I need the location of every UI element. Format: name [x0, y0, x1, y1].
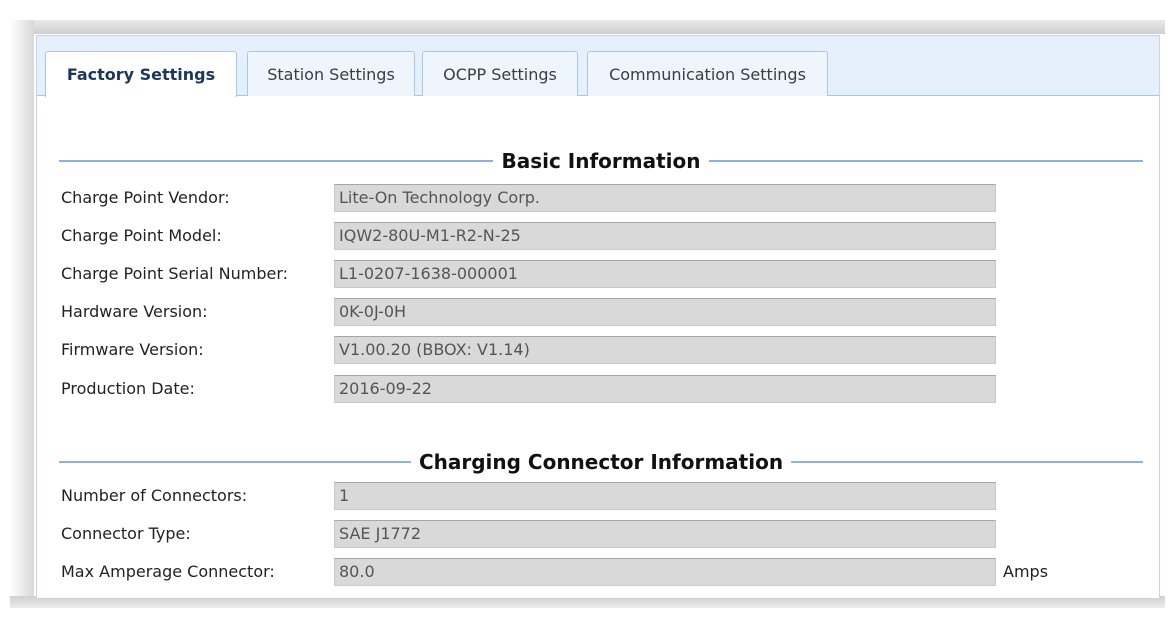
connector-information-header: Charging Connector Information: [59, 447, 1143, 477]
field-label: Connector Type:: [61, 524, 191, 543]
basic-information-header: Basic Information: [59, 146, 1143, 176]
tab-station-settings[interactable]: Station Settings: [247, 51, 415, 96]
serial-number-field[interactable]: L1-0207-1638-000001: [334, 260, 996, 288]
row-serial-number: Charge Point Serial Number: L1-0207-1638…: [61, 260, 1151, 288]
field-label: Number of Connectors:: [61, 486, 248, 505]
row-charge-point-vendor: Charge Point Vendor: Lite-On Technology …: [61, 184, 1151, 212]
row-number-of-connectors: Number of Connectors: 1: [61, 482, 1151, 510]
connector-type-field[interactable]: SAE J1772: [334, 520, 996, 548]
row-max-amperage: Max Amperage Connector: 80.0 Amps: [61, 558, 1151, 586]
amps-unit-label: Amps: [1003, 562, 1049, 581]
row-firmware-version: Firmware Version: V1.00.20 (BBOX: V1.14): [61, 336, 1151, 364]
tab-communication-settings[interactable]: Communication Settings: [587, 51, 828, 96]
window-shadow-left: [10, 20, 34, 605]
field-label: Hardware Version:: [61, 302, 208, 321]
tab-ocpp-settings[interactable]: OCPP Settings: [422, 51, 578, 96]
connector-information-title: Charging Connector Information: [410, 450, 792, 474]
max-amperage-field[interactable]: 80.0: [334, 558, 996, 586]
row-production-date: Production Date: 2016-09-22: [61, 375, 1151, 403]
number-of-connectors-field[interactable]: 1: [334, 482, 996, 510]
field-label: Max Amperage Connector:: [61, 562, 275, 581]
charge-point-vendor-field[interactable]: Lite-On Technology Corp.: [334, 184, 996, 212]
basic-information-title: Basic Information: [493, 149, 709, 173]
field-label: Firmware Version:: [61, 340, 204, 359]
window-shadow-top: [10, 20, 1165, 34]
charge-point-model-field[interactable]: IQW2-80U-M1-R2-N-25: [334, 222, 996, 250]
settings-panel: Factory Settings Station Settings OCPP S…: [36, 35, 1160, 599]
row-connector-type: Connector Type: SAE J1772: [61, 520, 1151, 548]
field-label: Charge Point Vendor:: [61, 188, 230, 207]
production-date-field[interactable]: 2016-09-22: [334, 375, 996, 403]
tab-factory-settings[interactable]: Factory Settings: [45, 51, 237, 97]
row-charge-point-model: Charge Point Model: IQW2-80U-M1-R2-N-25: [61, 222, 1151, 250]
tab-strip: Factory Settings Station Settings OCPP S…: [37, 36, 1159, 97]
firmware-version-field[interactable]: V1.00.20 (BBOX: V1.14): [334, 336, 996, 364]
row-hardware-version: Hardware Version: 0K-0J-0H: [61, 298, 1151, 326]
field-label: Charge Point Model:: [61, 226, 222, 245]
field-label: Charge Point Serial Number:: [61, 264, 289, 283]
field-label: Production Date:: [61, 379, 195, 398]
hardware-version-field[interactable]: 0K-0J-0H: [334, 298, 996, 326]
